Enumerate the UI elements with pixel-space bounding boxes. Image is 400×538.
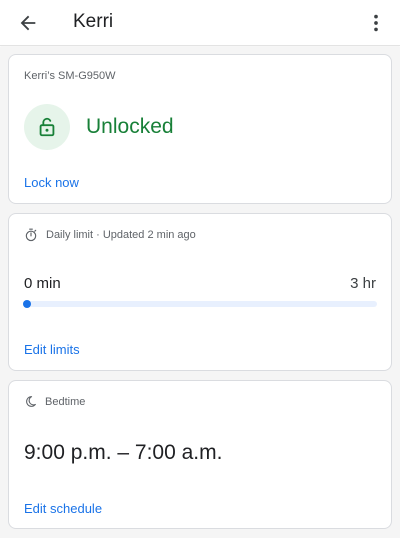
- usage-progress-marker: [23, 300, 31, 308]
- daily-limit-label: Daily limit · Updated 2 min ago: [46, 229, 196, 241]
- edit-schedule-button[interactable]: Edit schedule: [24, 501, 102, 516]
- content-area: Kerri’s SM-G950W Unlocked Lock now Daily…: [0, 47, 400, 538]
- moon-icon: [26, 396, 36, 407]
- edit-limits-button[interactable]: Edit limits: [24, 342, 80, 357]
- daily-limit-header: Daily limit · Updated 2 min ago: [24, 228, 196, 242]
- back-button[interactable]: [8, 3, 48, 43]
- arrow-back-icon: [20, 15, 36, 31]
- lock-status-badge: [24, 104, 70, 150]
- bedtime-label: Bedtime: [45, 395, 86, 408]
- usage-progress-bar: [23, 300, 377, 308]
- more-vert-icon: [374, 14, 378, 32]
- device-lock-card: Kerri’s SM-G950W Unlocked Lock now: [8, 54, 392, 204]
- bedtime-header: Bedtime: [24, 395, 85, 408]
- bedtime-card: Bedtime 9:00 p.m. – 7:00 a.m. Edit sched…: [8, 380, 392, 529]
- more-options-button[interactable]: [356, 3, 396, 43]
- timer-icon: [25, 228, 37, 242]
- lock-now-button[interactable]: Lock now: [24, 175, 79, 190]
- unlocked-padlock-icon: [39, 117, 55, 137]
- page-title: Kerri: [73, 11, 114, 32]
- bedtime-schedule: 9:00 p.m. – 7:00 a.m.: [24, 441, 223, 464]
- device-name: Kerri’s SM-G950W: [24, 70, 116, 82]
- app-bar: Kerri: [0, 0, 400, 46]
- lock-status-text: Unlocked: [86, 115, 174, 138]
- usage-today: 0 min: [24, 275, 61, 292]
- daily-limit-card: Daily limit · Updated 2 min ago 0 min 3 …: [8, 213, 392, 371]
- daily-limit-value: 3 hr: [350, 275, 376, 292]
